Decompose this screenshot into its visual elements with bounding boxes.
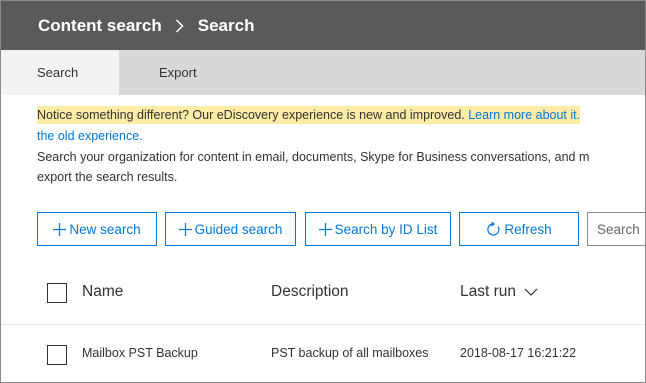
- new-search-label: New search: [69, 221, 141, 237]
- table-header: Name Description Last run: [1, 263, 645, 325]
- notice-highlight: Notice something different? Our eDiscove…: [37, 106, 581, 124]
- notice-text: Notice something different? Our eDiscove…: [37, 108, 469, 122]
- search-by-id-list-label: Search by ID List: [334, 221, 438, 237]
- tab-bar: Search Export: [1, 50, 645, 95]
- plus-icon: [178, 222, 192, 236]
- select-all-checkbox[interactable]: [47, 283, 67, 303]
- search-box[interactable]: [587, 212, 645, 246]
- column-header-last-run-label: Last run: [460, 283, 517, 300]
- row-name[interactable]: Mailbox PST Backup: [82, 346, 198, 360]
- search-by-id-list-button[interactable]: Search by ID List: [305, 212, 451, 246]
- chevron-down-icon[interactable]: [524, 288, 538, 296]
- chevron-right-icon: [175, 18, 184, 33]
- app-frame: Content search Search Search Export Noti…: [0, 0, 646, 383]
- description-line-1: Search your organization for content in …: [37, 150, 590, 164]
- breadcrumb-current: Search: [197, 15, 255, 35]
- column-header-description[interactable]: Description: [271, 283, 349, 301]
- tab-export[interactable]: Export: [119, 50, 237, 95]
- new-search-button[interactable]: New search: [37, 212, 157, 246]
- column-header-last-run[interactable]: Last run: [460, 283, 538, 301]
- refresh-label: Refresh: [504, 221, 552, 237]
- page-content: Notice something different? Our eDiscove…: [1, 105, 645, 187]
- guided-search-button[interactable]: Guided search: [165, 212, 296, 246]
- refresh-button[interactable]: Refresh: [459, 212, 579, 246]
- notice-banner: Notice something different? Our eDiscove…: [37, 105, 645, 147]
- row-description: PST backup of all mailboxes: [271, 346, 429, 360]
- plus-icon: [318, 222, 332, 236]
- breadcrumb-root[interactable]: Content search: [38, 16, 162, 36]
- guided-search-label: Guided search: [194, 221, 283, 237]
- row-checkbox[interactable]: [47, 345, 67, 365]
- column-header-name[interactable]: Name: [82, 283, 123, 301]
- tab-search[interactable]: Search: [1, 50, 119, 95]
- header-bar: Content search Search: [1, 1, 645, 50]
- learn-more-link[interactable]: Learn more about it.: [468, 108, 580, 122]
- old-experience-link[interactable]: the old experience.: [37, 129, 143, 143]
- table-row[interactable]: Mailbox PST Backup PST backup of all mai…: [1, 325, 645, 382]
- search-input[interactable]: [597, 221, 645, 237]
- description-line-2: export the search results.: [37, 170, 178, 184]
- refresh-icon: [486, 221, 501, 237]
- row-last-run: 2018-08-17 16:21:22: [460, 346, 577, 360]
- plus-icon: [53, 222, 67, 236]
- page-description: Search your organization for content in …: [37, 147, 645, 187]
